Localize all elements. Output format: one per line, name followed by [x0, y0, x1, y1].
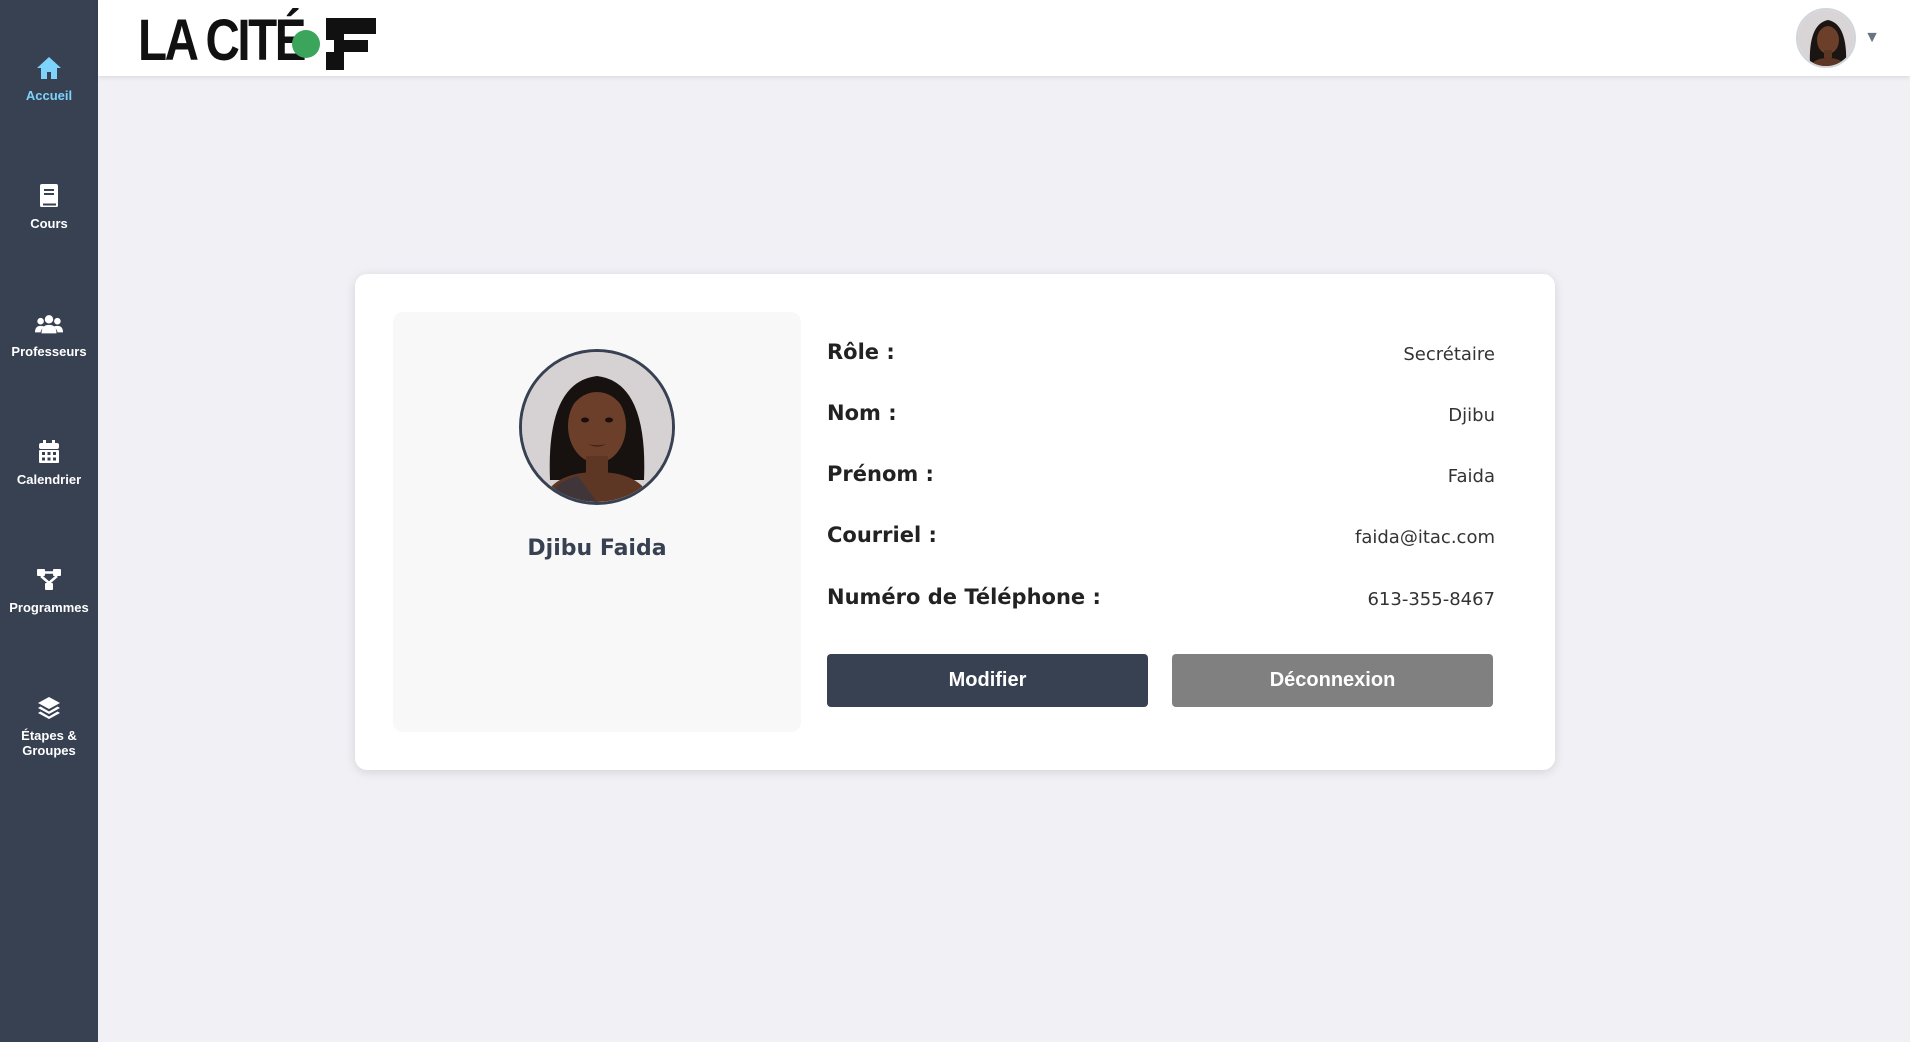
sidebar-item-accueil[interactable]: Accueil	[0, 54, 98, 103]
home-icon	[35, 54, 63, 82]
la-cite-logo[interactable]: LA CITÉ	[138, 8, 378, 73]
info-row-nom: Nom : Djibu	[827, 401, 1495, 441]
telephone-value: 613-355-8467	[1367, 589, 1495, 610]
sidebar-item-label: Étapes & Groupes	[21, 728, 77, 758]
telephone-label: Numéro de Téléphone :	[827, 585, 1101, 609]
book-icon	[35, 182, 63, 210]
chevron-down-icon[interactable]: ▼	[1864, 29, 1880, 47]
sidebar-item-cours[interactable]: Cours	[0, 182, 98, 231]
sidebar-item-label: Programmes	[9, 600, 89, 615]
info-row-role: Rôle : Secrétaire	[827, 340, 1495, 380]
info-row-courriel: Courriel : faida@itac.com	[827, 523, 1495, 563]
prenom-label: Prénom :	[827, 462, 934, 486]
info-row-telephone: Numéro de Téléphone : 613-355-8467	[827, 585, 1495, 625]
profile-full-name: Djibu Faida	[527, 536, 667, 561]
profile-avatar	[519, 349, 675, 505]
profile-summary-panel: Djibu Faida	[393, 312, 801, 732]
nom-label: Nom :	[827, 401, 897, 425]
sidebar-item-label: Cours	[30, 216, 68, 231]
courriel-label: Courriel :	[827, 523, 937, 547]
sidebar-item-professeurs[interactable]: Professeurs	[0, 310, 98, 359]
layers-icon	[35, 694, 63, 722]
sidebar: Accueil Cours Professeurs Calendrier Pro…	[0, 0, 98, 1042]
user-menu[interactable]: ▼	[1796, 8, 1880, 68]
user-avatar[interactable]	[1796, 8, 1857, 68]
modifier-button[interactable]: Modifier	[827, 654, 1148, 707]
role-label: Rôle :	[827, 340, 895, 364]
sidebar-item-etapes-groupes[interactable]: Étapes & Groupes	[0, 694, 98, 758]
deconnexion-button[interactable]: Déconnexion	[1172, 654, 1493, 707]
sidebar-item-label: Accueil	[25, 88, 73, 103]
sidebar-item-label: Professeurs	[11, 344, 87, 359]
role-value: Secrétaire	[1403, 344, 1495, 365]
logo-text: LA CITÉ	[138, 8, 306, 73]
sidebar-item-calendrier[interactable]: Calendrier	[0, 438, 98, 487]
top-header: LA CITÉ ▼	[98, 0, 1910, 76]
sidebar-item-programmes[interactable]: Programmes	[0, 566, 98, 615]
profile-card: Djibu Faida Rôle : Secrétaire Nom : Djib…	[355, 274, 1555, 770]
nom-value: Djibu	[1448, 405, 1495, 426]
courriel-value: faida@itac.com	[1355, 527, 1495, 548]
users-icon	[35, 310, 63, 338]
sitemap-icon	[35, 566, 63, 594]
info-row-prenom: Prénom : Faida	[827, 462, 1495, 502]
sidebar-item-label: Calendrier	[16, 472, 82, 487]
logo-mark-icon	[292, 18, 376, 70]
prenom-value: Faida	[1447, 466, 1495, 487]
calendar-icon	[35, 438, 63, 466]
